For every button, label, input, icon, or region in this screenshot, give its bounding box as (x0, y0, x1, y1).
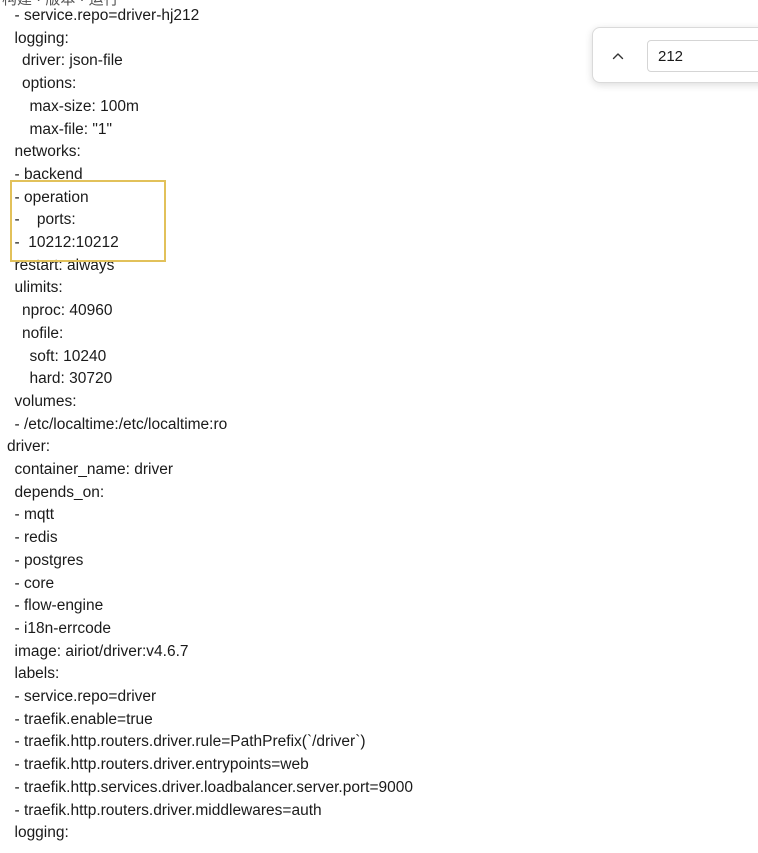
code-line: - traefik.http.routers.driver.rule=PathP… (14, 733, 366, 751)
code-line: - redis (14, 529, 58, 547)
code-line: - /etc/localtime:/etc/localtime:ro (14, 415, 228, 433)
code-line: - flow-engine (14, 597, 104, 615)
code-line: driver: json-file (22, 52, 123, 70)
code-line: - mqtt (14, 506, 55, 524)
code-line: - ports: (14, 211, 76, 229)
code-line: max-file: "1" (29, 120, 113, 138)
chevron-up-icon (612, 53, 624, 60)
code-line: nproc: 40960 (22, 302, 113, 320)
code-line: - 10212:10212 (14, 234, 119, 251)
code-line: - traefik.http.routers.driver.entrypoint… (14, 756, 309, 774)
code-line: container_name: driver (14, 461, 174, 478)
code-line: restart: always (14, 256, 115, 274)
code-line: - traefik.http.routers.driver.middleware… (14, 801, 322, 819)
find-input[interactable] (647, 40, 758, 72)
code-line: labels: (14, 665, 60, 683)
code-line: - traefik.enable=true (14, 710, 153, 728)
code-line: - postgres (14, 551, 84, 569)
code-line: driver: (7, 438, 51, 456)
code-line: - traefik.http.services.driver.loadbalan… (14, 778, 413, 796)
code-line: networks: (14, 143, 81, 161)
code-line: - service.repo=driver (14, 688, 157, 705)
code-line: image: airiot/driver:v4.6.7 (14, 642, 189, 660)
code-line: volumes: (14, 392, 77, 410)
code-line: - i18n-errcode (14, 619, 112, 637)
code-line: - service.repo=driver-hj212 (14, 7, 200, 24)
find-panel (592, 27, 758, 83)
code-line: soft: 10240 (29, 347, 107, 365)
code-line: ulimits: (14, 279, 63, 297)
code-line: logging: (14, 29, 69, 47)
code-line: hard: 30720 (29, 370, 113, 388)
code-line: - operation (14, 188, 89, 206)
find-previous-button[interactable] (603, 41, 633, 71)
code-line: - core (14, 574, 55, 592)
code-line: max-size: 100m (29, 97, 139, 115)
code-line: options: (22, 75, 77, 93)
code-line: logging: (14, 824, 69, 842)
code-line: depends_on: (14, 483, 105, 501)
text-editor[interactable]: - service.repo=driver-hj212 logging: drive… (0, 5, 758, 853)
code-line: nofile: (22, 324, 64, 342)
code-line: - backend (14, 165, 83, 183)
